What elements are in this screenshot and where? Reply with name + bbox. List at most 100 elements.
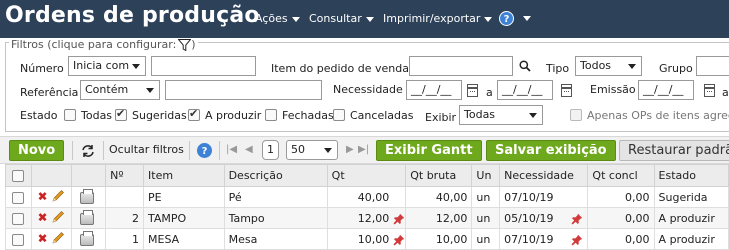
filters-legend[interactable]: Filtros (clique para configurar:) bbox=[9, 38, 198, 51]
estado-sugeridas-checkbox[interactable] bbox=[115, 107, 127, 121]
row-qt-bruta: 12,00 bbox=[405, 207, 473, 229]
emissao-separator: a bbox=[722, 86, 729, 99]
grupo-label: Grupo bbox=[659, 62, 693, 75]
row-checkbox[interactable] bbox=[12, 233, 24, 246]
select-all-header[interactable] bbox=[4, 164, 33, 187]
pin-icon bbox=[393, 233, 405, 246]
page-title: Ordens de produção bbox=[5, 3, 260, 28]
restore-default-button[interactable]: Restaurar padrã bbox=[619, 140, 729, 161]
calendar-icon[interactable] bbox=[467, 84, 478, 97]
chevron-down-icon bbox=[529, 113, 537, 118]
row-numero bbox=[105, 186, 145, 208]
pin-icon bbox=[393, 212, 405, 225]
column-header-item[interactable]: Item bbox=[143, 164, 225, 187]
help-icon: ? bbox=[499, 11, 514, 26]
row-item[interactable]: TAMPO bbox=[143, 207, 225, 229]
estado-todas-checkbox[interactable] bbox=[64, 109, 76, 121]
edit-pencil-icon[interactable] bbox=[51, 231, 65, 248]
referencia-label: Referência bbox=[20, 86, 79, 99]
select-all-checkbox[interactable] bbox=[12, 170, 24, 182]
row-item[interactable]: MESA bbox=[143, 228, 225, 250]
column-header-qt-concl[interactable]: Qt concl bbox=[587, 164, 655, 187]
row-un: un bbox=[471, 207, 501, 229]
page-size-select[interactable]: 50 bbox=[286, 140, 338, 160]
chevron-down-icon bbox=[365, 16, 374, 22]
chevron-down-icon bbox=[628, 64, 636, 69]
numero-operator-select[interactable]: Inicia com bbox=[68, 56, 146, 76]
row-checkbox[interactable] bbox=[12, 191, 24, 204]
calendar-icon[interactable] bbox=[704, 84, 715, 97]
table-row[interactable]: ✖ PE Pé 40,00 40,00 un 07/10/19 0,00 Sugerida bbox=[4, 186, 729, 208]
numero-input[interactable] bbox=[151, 56, 256, 76]
necessidade-label: Necessidade bbox=[333, 83, 403, 96]
printer-icon[interactable] bbox=[80, 188, 94, 204]
exibir-select[interactable]: Todas bbox=[459, 105, 543, 125]
row-qt-concl: 0,00 bbox=[587, 186, 655, 208]
table-row[interactable]: ✖ 2 TAMPO Tampo 12,00 12,00 un 05/10/19 0,00 A p… bbox=[4, 207, 729, 229]
row-estado: A produzir bbox=[653, 228, 729, 250]
header-help-button[interactable]: ? bbox=[499, 11, 531, 26]
chevron-down-icon bbox=[484, 16, 493, 22]
referencia-operator-select[interactable]: Contém bbox=[80, 80, 160, 100]
necessidade-from-input[interactable]: __/__/__ bbox=[406, 80, 462, 100]
table-body: ✖ PE Pé 40,00 40,00 un 07/10/19 0,00 Sugerida ✖ … bbox=[4, 186, 729, 250]
printer-icon[interactable] bbox=[80, 209, 94, 225]
apenas-ops-label: Apenas OPs de itens agreg bbox=[587, 109, 729, 122]
column-header-qt-bruta[interactable]: Qt bruta bbox=[405, 164, 473, 187]
necessidade-to-input[interactable]: __/__/__ bbox=[497, 80, 553, 100]
row-checkbox[interactable] bbox=[12, 212, 24, 225]
row-qt-concl: 0,00 bbox=[587, 207, 655, 229]
delete-icon[interactable]: ✖ bbox=[37, 210, 47, 224]
previous-page-icon[interactable]: ◀ bbox=[245, 144, 253, 155]
row-item[interactable]: PE bbox=[143, 186, 225, 208]
item-pedido-input[interactable] bbox=[409, 56, 513, 76]
delete-icon[interactable]: ✖ bbox=[37, 231, 47, 245]
header-bar: Ordens de produção Ações Consultar Impri… bbox=[0, 0, 729, 38]
referencia-input[interactable] bbox=[165, 80, 322, 100]
table-row[interactable]: ✖ 1 MESA Mesa 10,00 10,00 un 07/10/19 0,00 A pro… bbox=[4, 228, 729, 250]
printer-icon[interactable] bbox=[80, 230, 94, 246]
delete-icon[interactable]: ✖ bbox=[37, 189, 47, 203]
row-numero: 2 bbox=[105, 207, 145, 229]
tipo-select[interactable]: Todos bbox=[575, 56, 642, 76]
row-necessidade: 07/10/19 bbox=[499, 228, 572, 250]
column-header-qt[interactable]: Qt bbox=[326, 164, 407, 187]
row-numero: 1 bbox=[105, 228, 145, 250]
column-header-descricao[interactable]: Descrição bbox=[223, 164, 328, 187]
row-necessidade: 07/10/19 bbox=[499, 186, 572, 208]
estado-fechadas-label: Fechadas bbox=[282, 109, 334, 122]
next-page-icon[interactable]: ▶ bbox=[346, 144, 354, 155]
row-descricao: Pé bbox=[223, 186, 328, 208]
menu-acoes[interactable]: Ações bbox=[255, 12, 300, 25]
last-page-icon[interactable]: ▶| bbox=[358, 144, 369, 155]
calendar-icon[interactable] bbox=[561, 84, 572, 97]
item-pedido-label: Item do pedido de venda bbox=[271, 62, 409, 75]
search-icon[interactable] bbox=[519, 60, 531, 72]
help-icon[interactable]: ? bbox=[197, 143, 212, 158]
row-estado: A produzir bbox=[653, 207, 729, 229]
save-view-button[interactable]: Salvar exibição bbox=[486, 140, 616, 161]
apenas-ops-checkbox[interactable] bbox=[570, 109, 582, 121]
estado-fechadas-checkbox[interactable] bbox=[265, 109, 277, 121]
column-header-numero[interactable]: Nº bbox=[105, 164, 145, 187]
grupo-input[interactable] bbox=[696, 56, 729, 76]
estado-a-produzir-checkbox[interactable] bbox=[188, 107, 200, 121]
exibir-gantt-button[interactable]: Exibir Gantt bbox=[376, 140, 482, 161]
refresh-icon[interactable] bbox=[81, 144, 95, 158]
first-page-icon[interactable]: |◀ bbox=[226, 144, 237, 155]
column-header-estado[interactable]: Estado bbox=[653, 164, 729, 187]
numero-label: Número bbox=[20, 62, 64, 75]
emissao-from-input[interactable]: __/__/__ bbox=[638, 80, 694, 100]
edit-pencil-icon[interactable] bbox=[51, 210, 65, 227]
menu-consultar[interactable]: Consultar bbox=[309, 12, 374, 25]
menu-imprimir-exportar[interactable]: Imprimir/exportar bbox=[383, 12, 493, 25]
row-descricao: Tampo bbox=[223, 207, 328, 229]
page-number-input[interactable]: 1 bbox=[262, 140, 279, 160]
column-header-un[interactable]: Un bbox=[471, 164, 501, 187]
edit-pencil-icon[interactable] bbox=[51, 189, 65, 206]
estado-canceladas-checkbox[interactable] bbox=[333, 109, 345, 121]
pin-icon bbox=[571, 212, 583, 225]
hide-filters-button[interactable]: Ocultar filtros bbox=[109, 143, 184, 156]
column-header-necessidade[interactable]: Necessidade bbox=[499, 164, 589, 187]
new-button[interactable]: Novo bbox=[9, 140, 65, 161]
